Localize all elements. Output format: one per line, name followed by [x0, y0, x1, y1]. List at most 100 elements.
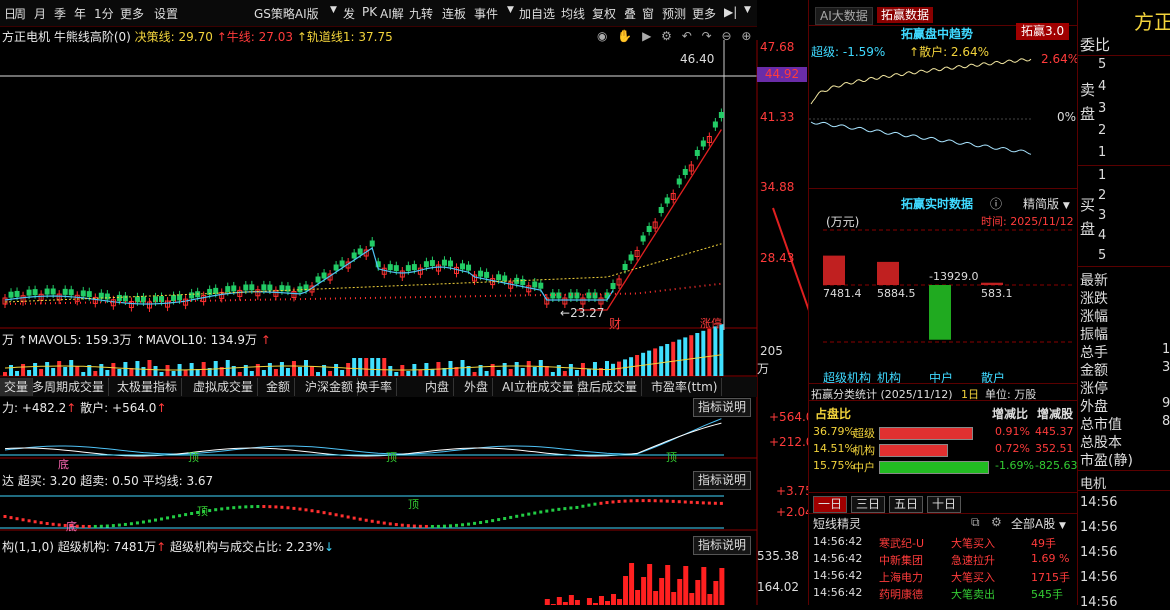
ind2-dot: [21, 518, 25, 522]
version-button[interactable]: 拓赢3.0: [1016, 23, 1070, 40]
toolbar-item-21[interactable]: 更多: [692, 5, 716, 22]
toolbar-item-3[interactable]: 季: [54, 5, 66, 22]
toolbar-item-9[interactable]: 发: [343, 5, 355, 22]
elf-name[interactable]: 中新集团: [879, 552, 923, 568]
ind3-explain-button[interactable]: 指标说明: [693, 536, 752, 555]
chevron-down-icon[interactable]: ▼: [507, 5, 514, 15]
chevron-down-icon[interactable]: ▼: [744, 5, 751, 15]
toolbar-item-5[interactable]: 1分: [94, 5, 114, 22]
elf-name[interactable]: 寒武纪-U: [879, 535, 924, 551]
tab-indicator-7[interactable]: 内盘: [421, 378, 455, 396]
volume-bar: [394, 372, 399, 376]
tab-tuoying-data[interactable]: 拓赢数据: [877, 7, 934, 23]
elf-name[interactable]: 上海电力: [879, 569, 923, 585]
toolbar-item-1[interactable]: 周: [14, 5, 26, 22]
chevron-down-icon[interactable]: ▼: [330, 5, 337, 15]
volume-bar: [484, 371, 489, 376]
elf-event[interactable]: 急速拉升: [951, 552, 995, 568]
ind2-dot: [683, 500, 687, 504]
toolbar-item-8[interactable]: GS策略AI版: [254, 5, 319, 22]
elf-event[interactable]: 大笔买入: [951, 535, 995, 551]
stat-bar: [879, 427, 973, 440]
toolbar-item-17[interactable]: 复权: [592, 5, 616, 22]
ind3-label-row: 构(1,1,0) 超级机构: 7481万↑ 超级机构与成交占比: 2.23%↓: [2, 540, 335, 554]
ind3-bar: [665, 565, 671, 605]
toolbar-item-7[interactable]: 设置: [154, 5, 178, 22]
candle: [369, 240, 375, 247]
tab-indicator-1[interactable]: 多周期成交量: [28, 378, 110, 396]
elf-time[interactable]: 14:56:42: [813, 552, 862, 565]
collapse-right-icon[interactable]: ▶|: [724, 5, 737, 19]
gear-icon[interactable]: ⚙: [991, 515, 1002, 529]
toolbar-item-16[interactable]: 均线: [561, 5, 585, 22]
elf-time[interactable]: 14:56:42: [813, 586, 862, 599]
stat-header-0: 占盘比: [815, 407, 852, 421]
volume-bar: [526, 361, 531, 376]
info-icon[interactable]: ⓘ: [990, 195, 1002, 212]
volume-bar: [159, 372, 164, 376]
ind2-dot: [45, 522, 49, 526]
elf-event[interactable]: 大笔买入: [951, 569, 995, 585]
elf-event[interactable]: 大笔卖出: [951, 586, 995, 602]
toolbar-item-12[interactable]: 九转: [409, 5, 433, 22]
ind1-explain-button[interactable]: 指标说明: [693, 398, 752, 417]
toolbar-item-6[interactable]: 更多: [120, 5, 144, 22]
period-tab-3[interactable]: 十日: [927, 496, 962, 513]
realtime-title: 拓赢实时数据: [901, 197, 974, 211]
elf-name[interactable]: 药明康德: [879, 586, 923, 602]
chevron-down-icon[interactable]: ▼: [1059, 521, 1066, 531]
ind2-dot: [653, 499, 657, 503]
ind2-dot: [418, 524, 422, 528]
tab-indicator-4[interactable]: 金额: [262, 378, 296, 396]
tab-indicator-5[interactable]: 沪深金额: [301, 378, 359, 396]
ind2-dot: [160, 517, 164, 521]
toolbar-item-20[interactable]: 预测: [662, 5, 686, 22]
elf-time[interactable]: 14:56:42: [813, 535, 862, 548]
elf-value[interactable]: 49手: [1031, 535, 1056, 551]
tab-indicator-8[interactable]: 外盘: [460, 378, 494, 396]
volume-bar: [605, 361, 609, 376]
candle: [333, 264, 339, 271]
toolbar-item-19[interactable]: 窗: [642, 5, 654, 22]
elf-value[interactable]: 1.69 %: [1031, 552, 1069, 565]
toolbar-item-4[interactable]: 年: [74, 5, 86, 22]
mode-select[interactable]: 精简版: [1023, 197, 1059, 211]
ind2-dot: [442, 524, 446, 528]
volume-bar: [39, 369, 44, 376]
elf-value[interactable]: 545手: [1031, 586, 1063, 602]
toolbar-item-14[interactable]: 事件: [474, 5, 498, 22]
ind2-dot: [701, 501, 705, 505]
ind2-dot: [707, 501, 711, 505]
tab-ai-data[interactable]: AI大数据: [815, 7, 873, 25]
ind2-dot: [545, 509, 549, 513]
ind3-bar: [629, 563, 635, 605]
trade-time: 14:56: [1080, 595, 1118, 610]
toolbar-item-11[interactable]: AI解: [380, 5, 404, 22]
candle: [676, 178, 682, 185]
candle: [243, 284, 249, 291]
toolbar-item-15[interactable]: 加自选: [519, 5, 555, 22]
tab-indicator-11[interactable]: 市盈率(ttm): [647, 378, 723, 396]
candle: [628, 254, 634, 261]
elf-value[interactable]: 1715手: [1031, 569, 1070, 585]
period-tab-1[interactable]: 三日: [851, 496, 886, 513]
toolbar-item-18[interactable]: 叠: [624, 5, 636, 22]
tab-indicator-10[interactable]: 盘后成交量: [573, 378, 643, 396]
ind2-dot: [178, 514, 182, 518]
tab-indicator-2[interactable]: 太极量指标: [113, 378, 183, 396]
ind2-explain-button[interactable]: 指标说明: [693, 471, 752, 490]
toolbar-item-10[interactable]: PK: [362, 5, 377, 19]
ind3-bar: [641, 577, 647, 605]
period-tab-2[interactable]: 五日: [889, 496, 924, 513]
toolbar-item-13[interactable]: 连板: [442, 5, 466, 22]
elf-filter[interactable]: 全部A股: [1011, 517, 1055, 531]
trade-time: 14:56: [1080, 520, 1118, 535]
toolbar-item-2[interactable]: 月: [34, 5, 46, 22]
chevron-down-icon[interactable]: ▼: [1063, 201, 1070, 211]
elf-time[interactable]: 14:56:42: [813, 569, 862, 582]
tab-indicator-6[interactable]: 换手率: [352, 378, 398, 396]
tab-indicator-9[interactable]: AI立桩成交量: [498, 378, 579, 396]
tab-indicator-3[interactable]: 虚拟成交量: [189, 378, 259, 396]
period-tab-0[interactable]: 一日: [813, 496, 848, 513]
expand-icon[interactable]: ⧉: [971, 515, 980, 530]
